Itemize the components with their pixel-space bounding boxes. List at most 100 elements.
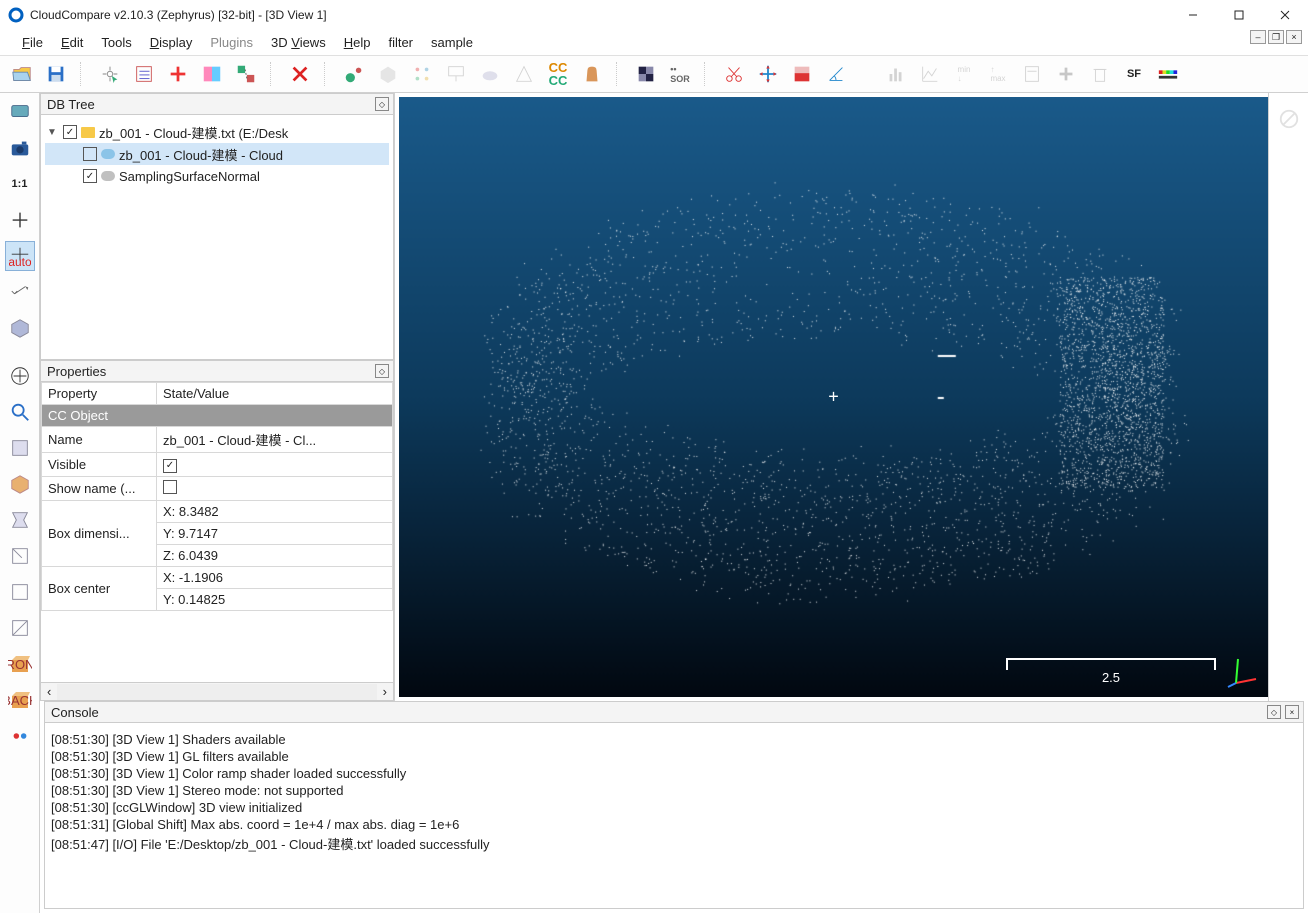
prop-value: X: 8.3482 (157, 500, 393, 522)
showname-checkbox[interactable] (163, 480, 177, 494)
menu-edit[interactable]: Edit (53, 33, 91, 52)
minimize-button[interactable] (1170, 0, 1216, 30)
sor-icon[interactable]: ••SOR (666, 60, 694, 88)
prop-key: Show name (... (42, 476, 157, 500)
properties-header[interactable]: Properties ◇ (40, 360, 394, 382)
cloud-icon[interactable] (476, 60, 504, 88)
sf-filter-icon[interactable]: SF (1120, 60, 1148, 88)
dbtree-popout-icon[interactable]: ◇ (375, 97, 389, 111)
align-icon[interactable] (232, 60, 260, 88)
point-list-icon[interactable] (130, 60, 158, 88)
angle-icon[interactable] (822, 60, 850, 88)
histogram-icon[interactable] (882, 60, 910, 88)
iso-view-icon[interactable] (5, 313, 35, 343)
mesh-icon[interactable] (510, 60, 538, 88)
menu-help[interactable]: Help (336, 33, 379, 52)
one-to-one-icon[interactable]: 1:1 (5, 169, 35, 199)
left-view-icon[interactable] (5, 505, 35, 535)
prop-col-property: Property (42, 383, 157, 405)
right-view-icon[interactable] (5, 577, 35, 607)
rotate-icon[interactable] (5, 277, 35, 307)
console-close-icon[interactable]: × (1285, 705, 1299, 719)
zoom-icon[interactable] (5, 397, 35, 427)
properties-popout-icon[interactable]: ◇ (375, 364, 389, 378)
min-icon[interactable]: min↓ (950, 60, 978, 88)
3d-viewport[interactable]: + 2.5 (399, 97, 1268, 697)
plus-icon[interactable] (1052, 60, 1080, 88)
console-line: [08:51:31] [Global Shift] Max abs. coord… (51, 816, 1297, 833)
bottom-view-icon[interactable] (5, 613, 35, 643)
camera-icon[interactable] (5, 133, 35, 163)
main-toolbar: CCCC ••SOR min↓ ↑max SF (0, 55, 1308, 93)
save-icon[interactable] (42, 60, 70, 88)
translate-icon[interactable] (754, 60, 782, 88)
prop-value: Y: 9.7147 (157, 522, 393, 544)
console-line: [08:51:47] [I/O] File 'E:/Desktop/zb_001… (51, 833, 1297, 854)
tree-item-sampling[interactable]: SamplingSurfaceNormal (45, 165, 389, 187)
view-all-icon[interactable] (5, 97, 35, 127)
menu-filter[interactable]: filter (380, 33, 421, 52)
label-icon[interactable] (442, 60, 470, 88)
console-popout-icon[interactable]: ◇ (1267, 705, 1281, 719)
back-box-icon[interactable]: BACK (5, 685, 35, 715)
top-view-icon[interactable] (5, 433, 35, 463)
cccc-icon[interactable]: CCCC (544, 60, 572, 88)
open-file-icon[interactable] (8, 60, 36, 88)
back-view-icon[interactable] (5, 541, 35, 571)
checkbox-icon[interactable] (83, 169, 97, 183)
checker-icon[interactable] (632, 60, 660, 88)
scissors-icon[interactable] (720, 60, 748, 88)
sample-icon[interactable] (408, 60, 436, 88)
delete-icon[interactable] (286, 60, 314, 88)
tree-item-root[interactable]: ▼ zb_001 - Cloud-建模.txt (E:/Desk (45, 121, 389, 143)
chart-icon[interactable] (916, 60, 944, 88)
mdi-restore-button[interactable]: ❐ (1268, 30, 1284, 44)
console-header[interactable]: Console ◇ × (44, 701, 1304, 723)
mdi-minimize-button[interactable]: – (1250, 30, 1266, 44)
left-toolbar: 1:1 auto FRONT BACK (0, 93, 40, 913)
trace-icon[interactable] (164, 60, 192, 88)
segment-icon[interactable] (788, 60, 816, 88)
color-ramp-icon[interactable] (1154, 60, 1182, 88)
front-view-icon[interactable] (5, 469, 35, 499)
menu-file[interactable]: FFileile (14, 33, 51, 52)
primitive-icon[interactable] (374, 60, 402, 88)
prop-col-value: State/Value (157, 383, 393, 405)
auto-center-icon[interactable]: auto (5, 241, 35, 271)
checkbox-icon[interactable] (83, 147, 97, 161)
calc-icon[interactable] (1018, 60, 1046, 88)
sandbox-icon[interactable] (198, 60, 226, 88)
menu-display[interactable]: Display (142, 33, 201, 52)
menu-sample[interactable]: sample (423, 33, 481, 52)
right-toolbar (1268, 93, 1308, 701)
dbtree-header[interactable]: DB Tree ◇ (40, 93, 394, 115)
dots-icon[interactable] (5, 721, 35, 751)
mdi-close-button[interactable]: × (1286, 30, 1302, 44)
pick-center-icon[interactable] (5, 205, 35, 235)
sf-globe-icon[interactable] (340, 60, 368, 88)
move-icon[interactable] (5, 361, 35, 391)
pick-icon[interactable] (96, 60, 124, 88)
maximize-button[interactable] (1216, 0, 1262, 30)
tree-label: zb_001 - Cloud-建模.txt (E:/Desk (99, 123, 288, 142)
console-line: [08:51:30] [ccGLWindow] 3D view initiali… (51, 799, 1297, 816)
tree-item-cloud[interactable]: zb_001 - Cloud-建模 - Cloud (45, 143, 389, 165)
scale-value: 2.5 (1102, 670, 1120, 685)
properties-scrollbar[interactable]: ‹› (41, 682, 393, 700)
visible-checkbox[interactable] (163, 459, 177, 473)
menu-3dviews[interactable]: 3D Views (263, 33, 334, 52)
console-body[interactable]: [08:51:30] [3D View 1] Shaders available… (44, 723, 1304, 909)
trihedron-icon (1224, 653, 1260, 689)
properties-title: Properties (47, 364, 106, 379)
prop-value: zb_001 - Cloud-建模 - Cl... (157, 427, 393, 453)
menu-tools[interactable]: Tools (93, 33, 139, 52)
properties-body: Property State/Value CC Object Name zb_0… (40, 382, 394, 701)
front-box-icon[interactable]: FRONT (5, 649, 35, 679)
max-icon[interactable]: ↑max (984, 60, 1012, 88)
bag-icon[interactable] (578, 60, 606, 88)
checkbox-icon[interactable] (63, 125, 77, 139)
trash-icon[interactable] (1086, 60, 1114, 88)
menu-plugins[interactable]: Plugins (202, 33, 261, 52)
close-button[interactable] (1262, 0, 1308, 30)
scale-bar: 2.5 (1006, 658, 1216, 685)
